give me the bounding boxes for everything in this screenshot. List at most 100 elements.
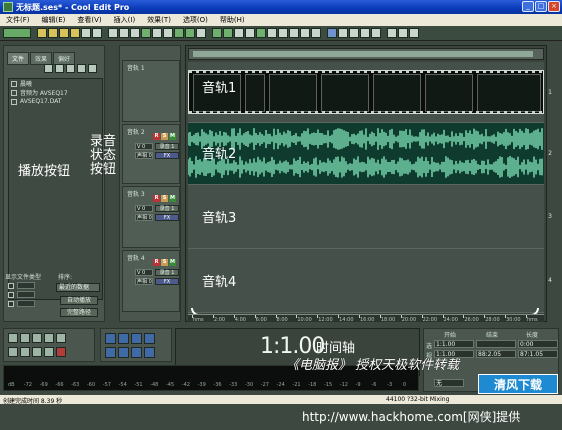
solo-button[interactable]: S: [161, 133, 168, 140]
record-icon[interactable]: [56, 347, 66, 357]
rev-icon[interactable]: [360, 28, 370, 38]
volume-field[interactable]: V 0: [135, 205, 153, 212]
record-arm-button[interactable]: R: [153, 195, 160, 202]
undo-icon[interactable]: [130, 28, 140, 38]
track-area[interactable]: 音轨1 1 音轨2 2 音轨3 3 音轨4 4: [188, 62, 552, 313]
close-button[interactable]: ×: [548, 1, 560, 12]
play-preview-icon[interactable]: [77, 64, 86, 73]
rewind-icon[interactable]: [20, 347, 30, 357]
wave-edit-icon[interactable]: [327, 28, 337, 38]
play-icon[interactable]: [20, 333, 30, 343]
list-item[interactable]: 晨曦: [9, 79, 102, 88]
copy-icon[interactable]: [108, 28, 118, 38]
edit-mode-toggle-icon[interactable]: [3, 28, 31, 38]
save-icon[interactable]: [59, 28, 69, 38]
new-file-icon[interactable]: [37, 28, 47, 38]
group-icon[interactable]: [196, 28, 206, 38]
menu-view[interactable]: 查看(V): [71, 15, 107, 25]
zoom-selection-icon[interactable]: [144, 333, 155, 344]
go-to-end-icon[interactable]: [44, 347, 54, 357]
menu-insert[interactable]: 插入(I): [108, 15, 142, 25]
output-button[interactable]: 录音 1: [155, 205, 179, 212]
open-file-icon[interactable]: [48, 28, 58, 38]
sort-select[interactable]: 最近的数据: [56, 283, 100, 292]
pan-envelope-icon[interactable]: [223, 28, 233, 38]
solo-button[interactable]: S: [161, 195, 168, 202]
menu-help[interactable]: 帮助(H): [214, 15, 251, 25]
checkbox-video[interactable]: [8, 292, 14, 298]
go-to-start-icon[interactable]: [8, 347, 18, 357]
minimize-button[interactable]: _: [522, 1, 534, 12]
view-end-field[interactable]: 88:2.05: [476, 350, 516, 358]
track-1[interactable]: 音轨1 1: [188, 62, 552, 123]
zoom-in-horizontal-icon[interactable]: [105, 333, 116, 344]
output-button[interactable]: 录音 1: [155, 269, 179, 276]
list-item[interactable]: AVSEQ17.DAT: [9, 97, 102, 106]
fx-button[interactable]: FX: [155, 214, 179, 221]
menu-options[interactable]: 选项(O): [177, 15, 214, 25]
view-length-field[interactable]: 87:1.05: [518, 350, 558, 358]
fast-forward-icon[interactable]: [32, 347, 42, 357]
move-tool-icon[interactable]: [174, 28, 184, 38]
checkbox-audio[interactable]: [8, 283, 14, 289]
track-3[interactable]: 音轨3 3: [188, 185, 552, 249]
selection-begin-field[interactable]: 1:1.00: [434, 340, 474, 348]
track-2[interactable]: 音轨2 2: [188, 123, 552, 185]
save-all-icon[interactable]: [70, 28, 80, 38]
maximize-button[interactable]: □: [535, 1, 547, 12]
split-icon[interactable]: [185, 28, 195, 38]
multitrack-view[interactable]: 音轨1 1 音轨2 2 音轨3 3 音轨4 4 hms 2:00 4:00 6:00 8…: [185, 45, 552, 323]
loop-icon[interactable]: [152, 28, 162, 38]
time-ruler[interactable]: hms 2:00 4:00 6:00 8:00 10:00 12:00 14:00 16:00 1…: [188, 314, 544, 323]
open-icon[interactable]: [44, 64, 53, 73]
spectral-icon[interactable]: [338, 28, 348, 38]
play-to-end-icon[interactable]: [44, 333, 54, 343]
zoom-right-icon[interactable]: [144, 347, 155, 358]
insert-icon[interactable]: [81, 28, 91, 38]
pan-field[interactable]: 声相 0: [135, 152, 153, 159]
cd-icon[interactable]: [398, 28, 408, 38]
record-arm-button[interactable]: R: [153, 259, 160, 266]
list-item[interactable]: 音频为 AVSEQ17: [9, 88, 102, 97]
menu-file[interactable]: 文件(F): [0, 15, 36, 25]
help-icon[interactable]: [88, 64, 97, 73]
volume-field[interactable]: V 0: [135, 143, 153, 150]
zoom-out-horizontal-icon[interactable]: [118, 333, 129, 344]
mute-button[interactable]: M: [169, 259, 176, 266]
insert-into-multitrack-icon[interactable]: [66, 64, 75, 73]
loop-play-icon[interactable]: [56, 333, 66, 343]
volume-field[interactable]: V 0: [135, 269, 153, 276]
time-format-select[interactable]: 无: [434, 379, 464, 387]
menu-effects[interactable]: 效果(T): [141, 15, 177, 25]
align-icon[interactable]: [300, 28, 310, 38]
track-eq-icon[interactable]: [256, 28, 266, 38]
crossfade-icon[interactable]: [267, 28, 277, 38]
metronome-icon[interactable]: [387, 28, 397, 38]
full-path-button[interactable]: 完整路径: [60, 308, 98, 317]
zoom-out-vertical-icon[interactable]: [118, 347, 129, 358]
selection-end-field[interactable]: [476, 340, 516, 348]
snap-icon[interactable]: [234, 28, 244, 38]
zoom-full-icon[interactable]: [131, 333, 142, 344]
zoom-in-vertical-icon[interactable]: [105, 347, 116, 358]
mute-button[interactable]: M: [169, 195, 176, 202]
fx-button[interactable]: FX: [155, 152, 179, 159]
lock-icon[interactable]: [245, 28, 255, 38]
record-arm-button[interactable]: R: [153, 133, 160, 140]
checkbox-midi[interactable]: [8, 301, 14, 307]
session-overview[interactable]: [188, 48, 544, 60]
stop-icon[interactable]: [8, 333, 18, 343]
audio-waveform[interactable]: [188, 123, 544, 185]
pan-field[interactable]: 声相 0: [135, 278, 153, 285]
fx-button[interactable]: FX: [155, 278, 179, 285]
mute-button[interactable]: M: [169, 133, 176, 140]
menu-edit[interactable]: 编辑(E): [36, 15, 72, 25]
tab-files[interactable]: 文件: [7, 52, 30, 65]
pan-field[interactable]: 声相 0: [135, 214, 153, 221]
close-file-icon[interactable]: [55, 64, 64, 73]
track-4[interactable]: 音轨4 4: [188, 249, 552, 313]
auto-play-button[interactable]: 自动播放: [60, 296, 98, 305]
mix-icon[interactable]: [141, 28, 151, 38]
fx-icon[interactable]: [349, 28, 359, 38]
file-list[interactable]: 晨曦 音频为 AVSEQ17 AVSEQ17.DAT: [8, 78, 103, 300]
